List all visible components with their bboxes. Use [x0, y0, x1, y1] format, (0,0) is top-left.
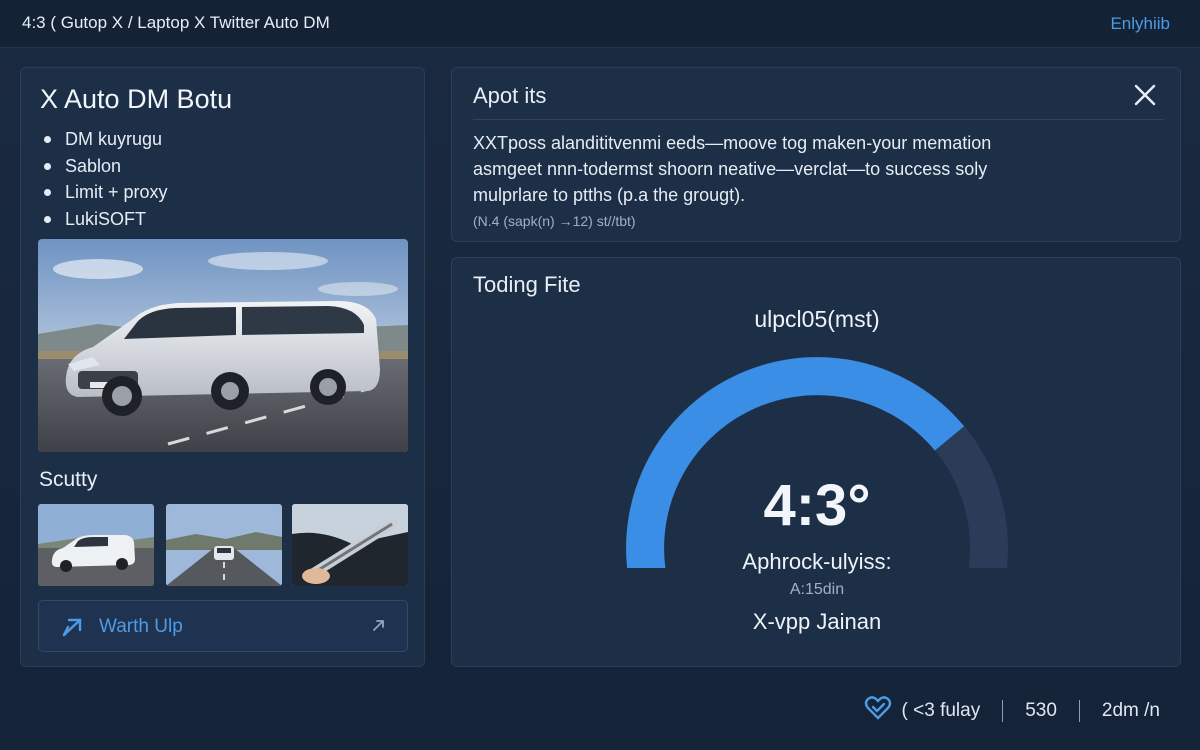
gauge-value: 4:3° [763, 473, 871, 538]
heart-check-icon[interactable] [864, 695, 892, 727]
title-bar: 4:3 ( Gutop X / Laptop X Twitter Auto DM… [0, 0, 1200, 48]
gallery-thumbnail[interactable] [292, 504, 408, 586]
status-item: ( <3 fulay [901, 700, 981, 721]
separator [1078, 700, 1080, 722]
about-panel: Apot its XXTposs alandititvenmi eeds—moo… [451, 67, 1181, 242]
feature-item: LukiSOFT [44, 206, 168, 233]
gauge-header: ulpcl05(mst) [754, 306, 880, 332]
gauge-panel: Toding Fite ulpcl05(mst) 4:3° Aphrock-ul… [451, 257, 1181, 667]
app-window: 4:3 ( Gutop X / Laptop X Twitter Auto DM… [0, 0, 1200, 750]
gauge-panel-title: Toding Fite [473, 272, 581, 297]
about-description: XXTposs alandititvenmi eeds—moove tog ma… [473, 130, 1153, 208]
chevron-right-icon [371, 617, 387, 638]
hero-image-van [38, 239, 408, 452]
status-bar: ( <3 fulay 530 2dm /n [864, 696, 1160, 726]
about-title: Apot its [473, 83, 547, 108]
feature-item: Sablon [44, 153, 168, 180]
separator [1002, 700, 1004, 722]
divider [473, 119, 1164, 120]
gallery-thumbnail[interactable] [38, 504, 154, 586]
description-line: asmgeet nnn-todermst shoorn neative—verc… [473, 159, 988, 179]
gallery-thumbnail[interactable] [166, 504, 282, 586]
gallery-label: Scutty [39, 468, 98, 491]
status-item: 530 [1025, 700, 1057, 721]
button-label: Warth Ulp [99, 616, 183, 637]
open-external-button[interactable]: Warth Ulp [38, 600, 408, 652]
about-meta: (N.4 (sapk(n) →12) st//tbt) [473, 213, 636, 229]
close-icon[interactable] [1132, 82, 1158, 108]
description-line: mulprlare to ptths (p.a the grougt). [473, 185, 746, 205]
gauge-sublabel: A:15din [789, 581, 845, 598]
feature-list: DM kuyrugu Sablon Limit + proxy LukiSOFT [44, 126, 168, 232]
feature-item: Limit + proxy [44, 179, 168, 206]
panel-title: X Auto DM Botu [40, 84, 233, 114]
external-arrow-icon [61, 616, 85, 643]
account-link[interactable]: Enlyhiib [1110, 14, 1170, 34]
window-title: 4:3 ( Gutop X / Laptop X Twitter Auto DM [22, 13, 330, 32]
gauge-label: Aphrock-ulyiss: [742, 549, 892, 574]
feature-item: DM kuyrugu [44, 126, 168, 153]
description-line: XXTposs alandititvenmi eeds—moove tog ma… [473, 133, 992, 153]
status-item: 2dm /n [1101, 700, 1160, 721]
gauge-footer: X-vpp Jainan [752, 609, 882, 634]
bot-info-panel: X Auto DM Botu DM kuyrugu Sablon Limit +… [20, 67, 425, 667]
